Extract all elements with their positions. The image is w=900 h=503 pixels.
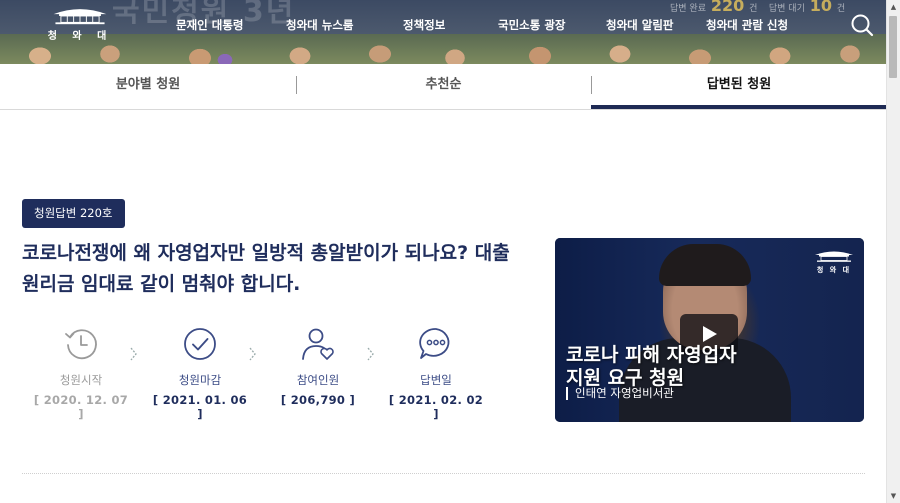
- tab-answered[interactable]: 답변된 청원: [591, 64, 887, 108]
- waiting-label: 답변 대기: [768, 4, 805, 14]
- video-speaker-name: 인태연 자영업비서관: [566, 387, 674, 400]
- search-button[interactable]: [850, 13, 874, 37]
- page-scrollbar[interactable]: ▲ ▼: [886, 0, 900, 503]
- check-circle-icon: [184, 328, 216, 360]
- video-logo-text: 청 와 대: [816, 266, 852, 274]
- nav-president[interactable]: 문재인 대통령: [176, 17, 243, 33]
- petition-stats: 답변 완료 220 건 답변 대기 10 건: [670, 0, 845, 15]
- scroll-up-arrow-icon[interactable]: ▲: [887, 0, 900, 14]
- person-heart-icon: [302, 328, 334, 360]
- logo-text: 청 와 대: [47, 31, 113, 42]
- step-start: 청원시작 [ 2020. 12. 07 ]: [31, 326, 131, 421]
- answered-unit: 건: [749, 4, 758, 14]
- step-arrow-icon: [130, 347, 137, 361]
- scrollbar-thumb[interactable]: [889, 16, 897, 78]
- active-tab-indicator: [591, 105, 887, 109]
- step-close: 청원마감 [ 2021. 01. 06 ]: [150, 326, 250, 421]
- step-arrow-icon: [249, 347, 256, 361]
- nav-tour[interactable]: 청와대 관람 신청: [706, 17, 788, 33]
- step-participants-count: [ 206,790 ]: [280, 393, 356, 407]
- step-start-date: [ 2020. 12. 07 ]: [33, 393, 129, 421]
- banner-photo: [0, 34, 887, 64]
- site-logo[interactable]: 청 와 대: [44, 6, 116, 42]
- video-caption: 코로나 피해 자영업자 지원 요구 청원: [566, 344, 737, 390]
- answer-video[interactable]: 청 와 대 코로나 피해 자영업자 지원 요구 청원 인태연 자영업비서관: [555, 238, 864, 422]
- step-close-label: 청원마감: [178, 373, 222, 387]
- step-answer: 답변일 [ 2021. 02. 02 ]: [386, 326, 486, 421]
- step-start-label: 청원시작: [59, 373, 103, 387]
- step-close-date: [ 2021. 01. 06 ]: [152, 393, 248, 421]
- nav-newsroom[interactable]: 청와대 뉴스룸: [286, 17, 353, 33]
- video-caption-line1: 코로나 피해 자영업자: [566, 344, 737, 366]
- nav-communication[interactable]: 국민소통 광장: [498, 17, 565, 33]
- tab-recommended[interactable]: 추천순: [296, 64, 591, 108]
- blue-house-icon: [815, 251, 853, 262]
- petition-tabs: 분야별 청원 추천순 답변된 청원: [0, 64, 887, 110]
- nav-policy[interactable]: 정책정보: [403, 17, 445, 33]
- step-answer-date: [ 2021. 02. 02 ]: [388, 393, 484, 421]
- petition-title[interactable]: 코로나전쟁에 왜 자영업자만 일방적 총알받이가 되나요? 대출원리금 임대료 …: [22, 238, 522, 300]
- step-participants-label: 참여인원: [296, 373, 340, 387]
- header-banner: 국민청원 3년 청 와 대 문재인 대통령 청와대 뉴스룸 정책정보 국민소통 …: [0, 0, 887, 64]
- video-logo: 청 와 대: [812, 249, 856, 275]
- tab-by-category[interactable]: 분야별 청원: [0, 64, 296, 108]
- clock-icon: [65, 329, 97, 360]
- answered-label: 답변 완료: [670, 4, 706, 14]
- blue-house-icon: [53, 9, 107, 25]
- search-icon: [851, 14, 874, 37]
- answer-number-badge: 청원답변 220호: [22, 199, 125, 228]
- answered-count: 220: [710, 0, 745, 15]
- speech-bubble-icon: [419, 328, 450, 359]
- step-arrow-icon: [367, 347, 374, 361]
- nav-notice[interactable]: 청와대 알림판: [606, 17, 673, 33]
- step-answer-label: 답변일: [420, 373, 452, 387]
- step-participants: 참여인원 [ 206,790 ]: [268, 326, 368, 407]
- section-divider: [22, 473, 865, 474]
- waiting-count: 10: [809, 0, 832, 15]
- scroll-down-arrow-icon[interactable]: ▼: [887, 489, 900, 503]
- waiting-unit: 건: [836, 4, 846, 14]
- video-speaker-hair: [659, 244, 751, 286]
